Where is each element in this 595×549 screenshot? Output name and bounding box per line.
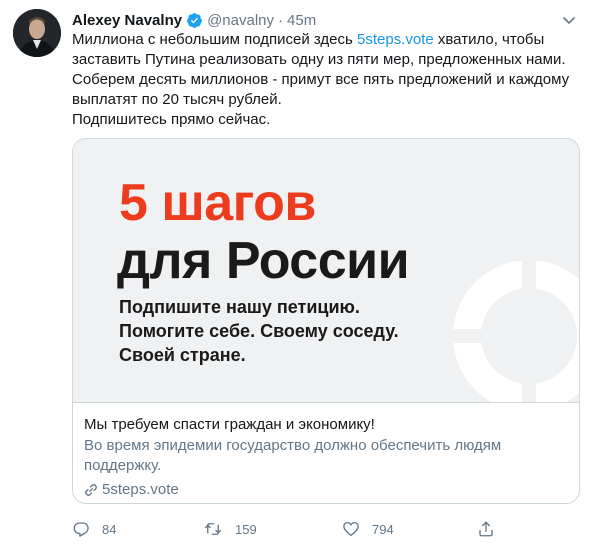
card-image-line: Своей стране.	[119, 345, 246, 365]
tweet-text-line: Соберем десять миллионов - примут все пя…	[72, 71, 570, 88]
tweet-text-segment: хватило, чтобы	[433, 31, 545, 48]
like-button[interactable]: 794	[342, 517, 394, 541]
card-image-line: Подпишите нашу петицию.	[119, 297, 360, 317]
avatar[interactable]	[13, 9, 61, 57]
like-count: 794	[372, 521, 394, 537]
card-description-line: Во время эпидемии государство должно обе…	[84, 437, 502, 454]
retweet-button[interactable]: 159	[203, 517, 257, 541]
reply-count: 84	[102, 521, 117, 537]
card-image-subtext: Подпишите нашу петицию. Помогите себе. С…	[119, 295, 399, 367]
retweet-count: 159	[235, 521, 257, 537]
tweet-text-line: заставить Путина реализовать одну из пят…	[72, 51, 566, 68]
like-icon	[343, 521, 359, 537]
card-image-headline-red: 5 шагов	[119, 174, 316, 232]
tweet-inline-link[interactable]: 5steps.vote	[357, 31, 434, 48]
retweet-icon	[204, 523, 222, 535]
card-image[interactable]: 5 шагов для России Подпишите нашу петици…	[73, 139, 579, 402]
reply-icon	[73, 522, 89, 537]
verified-badge-icon	[186, 12, 203, 29]
share-icon	[479, 521, 493, 537]
card-description: Во время эпидемии государство должно обе…	[84, 436, 564, 476]
tweet-text-line: Миллиона с небольшим подписей здесь 5ste…	[72, 30, 577, 50]
card-image-headline-black: для России	[117, 232, 410, 290]
tweet-text-line: Подпишитесь прямо сейчас.	[72, 111, 271, 128]
tweet-text: Миллиона с небольшим подписей здесь 5ste…	[72, 30, 577, 130]
chevron-down-icon[interactable]	[561, 12, 577, 28]
tweet-text-segment: Миллиона с небольшим подписей здесь	[72, 31, 357, 48]
tweet-text-line: выплатят по 20 тысяч рублей.	[72, 91, 282, 108]
separator-dot: ·	[278, 11, 284, 29]
card-divider	[73, 402, 579, 403]
tweet-header: Alexey Navalny @navalny · 45m	[72, 10, 575, 30]
link-icon	[85, 484, 97, 496]
reply-button[interactable]: 84	[72, 517, 116, 541]
lifebuoy-graphic	[453, 261, 579, 402]
share-button[interactable]	[477, 517, 507, 541]
card-url-text: 5steps.vote	[102, 481, 179, 498]
tweet-timestamp[interactable]: 45m	[287, 12, 316, 29]
author-name[interactable]: Alexey Navalny	[72, 12, 182, 29]
card-description-line: поддержку.	[84, 457, 162, 474]
link-preview-card[interactable]: 5 шагов для России Подпишите нашу петици…	[72, 138, 580, 504]
card-url: 5steps.vote	[84, 480, 564, 500]
tweet-actions: 84 159 794	[72, 517, 502, 541]
card-title: Мы требуем спасти граждан и экономику!	[84, 416, 375, 433]
card-body[interactable]: Мы требуем спасти граждан и экономику! В…	[84, 415, 564, 500]
card-image-line: Помогите себе. Своему соседу.	[119, 321, 399, 341]
author-handle[interactable]: @navalny	[207, 12, 274, 29]
